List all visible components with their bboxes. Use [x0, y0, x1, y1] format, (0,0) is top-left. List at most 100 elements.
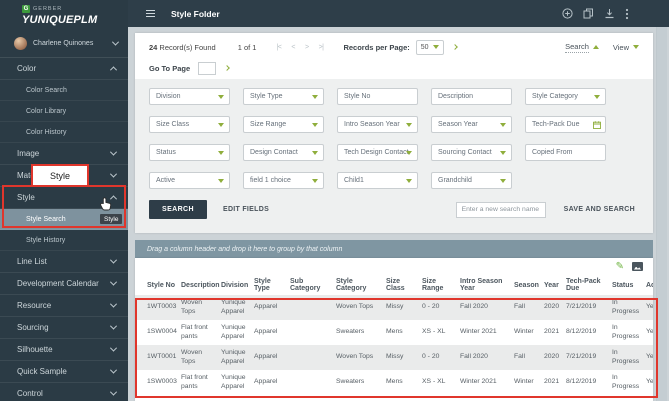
table-cell: Yes	[646, 328, 653, 336]
table-cell: In Progress	[612, 349, 640, 365]
sourcing-contact-select[interactable]: Sourcing Contact	[431, 144, 512, 161]
first-page-button[interactable]: |<	[276, 44, 281, 51]
kebab-menu-icon[interactable]	[625, 8, 629, 20]
copied-from-input[interactable]: Copied From	[525, 144, 606, 161]
group-by-drop-zone[interactable]: Drag a column header and drop it here to…	[135, 240, 653, 258]
table-body: 1WT0003 Woven Tops Yunique Apparel Apparel W…	[135, 295, 653, 395]
chevron-down-icon	[109, 388, 118, 396]
column-header-description[interactable]: Description	[181, 282, 221, 289]
grandchild-select[interactable]: Grandchild	[431, 172, 512, 189]
chevron-down-icon	[111, 38, 120, 46]
table-cell: Mens	[386, 328, 403, 336]
size-class-select[interactable]: Size Class	[149, 116, 230, 133]
vertical-scrollbar[interactable]	[656, 27, 667, 401]
view-section-toggle[interactable]: View	[613, 43, 639, 52]
sidebar-item-resource[interactable]: Resource	[0, 295, 128, 317]
dropdown-arrow-icon	[312, 122, 318, 127]
sidebar-item-color-library[interactable]: Color Library	[0, 101, 128, 122]
sidebar-item-quick-sample[interactable]: Quick Sample	[0, 361, 128, 383]
status-select[interactable]: Status	[149, 144, 230, 161]
table-row[interactable]: 1SW0003 Flat front pants Yunique Apparel Ap…	[135, 370, 653, 395]
page-title: Style Folder	[171, 8, 220, 19]
column-header-status[interactable]: Status	[612, 282, 646, 289]
table-cell: 2021	[544, 328, 560, 336]
next-page-button[interactable]: >	[305, 44, 309, 51]
go-to-page-input[interactable]	[198, 61, 217, 75]
table-cell: Fall 2020	[460, 353, 488, 361]
style-category-select[interactable]: Style Category	[525, 88, 606, 105]
field-1-choice-select[interactable]: field 1 choice	[243, 172, 324, 189]
sidebar-item-line-list[interactable]: Line List	[0, 251, 128, 273]
table-row[interactable]: 1WT0001 Woven Tops Yunique Apparel Apparel W…	[135, 345, 653, 370]
sidebar-item-color-search[interactable]: Color Search	[0, 80, 128, 101]
download-icon[interactable]	[604, 8, 615, 19]
copy-icon[interactable]	[583, 8, 594, 19]
column-header-intro-season-year[interactable]: Intro Season Year	[460, 278, 514, 292]
hamburger-menu-icon[interactable]	[146, 8, 155, 19]
tech-design-contact-select[interactable]: Tech Design Contact	[337, 144, 418, 161]
edit-pencil-icon[interactable]: ✎	[616, 261, 624, 272]
column-header-tech-pack-due[interactable]: Tech-Pack Due	[566, 278, 612, 292]
column-header-style-no[interactable]: Style No	[147, 282, 181, 289]
column-header-style-type[interactable]: Style Type	[254, 278, 290, 292]
dropdown-arrow-icon	[500, 178, 506, 183]
filter-grid: Division Style Type Style No Description Sty…	[149, 88, 639, 189]
plus-circle-icon[interactable]	[562, 8, 573, 19]
user-menu[interactable]: Charlene Quinones	[0, 30, 128, 58]
style-no-input[interactable]: Style No	[337, 88, 418, 105]
sidebar-item-sourcing[interactable]: Sourcing	[0, 317, 128, 339]
image-export-icon[interactable]	[632, 262, 643, 271]
table-row[interactable]: 1WT0003 Woven Tops Yunique Apparel Apparel W…	[135, 295, 653, 320]
sidebar-item-color[interactable]: Color	[0, 58, 128, 80]
table-cell: Fall	[514, 353, 525, 361]
season-year-select[interactable]: Season Year	[431, 116, 512, 133]
sidebar-item-color-history[interactable]: Color History	[0, 122, 128, 143]
sidebar-item-control[interactable]: Control	[0, 383, 128, 401]
column-header-sub-category[interactable]: Sub Category	[290, 278, 336, 292]
table-cell: Fall 2020	[460, 303, 488, 311]
column-header-year[interactable]: Year	[544, 282, 566, 289]
sidebar-item-silhouette[interactable]: Silhouette	[0, 339, 128, 361]
go-to-page-arrow-icon[interactable]	[224, 65, 230, 71]
intro-season-year-select[interactable]: Intro Season Year	[337, 116, 418, 133]
chevron-up-icon	[109, 195, 118, 203]
records-per-page-select[interactable]: 50	[415, 39, 444, 55]
tech-pack-due-date-field[interactable]: Tech-Pack Due	[525, 116, 606, 133]
column-header-size-range[interactable]: Size Range	[422, 278, 460, 292]
table-cell: Winter	[514, 328, 534, 336]
sidebar-item-image[interactable]: Image	[0, 143, 128, 165]
search-name-input[interactable]	[455, 201, 546, 218]
column-header-size-class[interactable]: Size Class	[386, 278, 422, 292]
child1-select[interactable]: Child1	[337, 172, 418, 189]
dropdown-arrow-icon	[312, 178, 318, 183]
sidebar-item-development-calendar[interactable]: Development Calendar	[0, 273, 128, 295]
last-page-button[interactable]: >|	[319, 44, 324, 51]
apply-page-size-arrow-icon[interactable]	[451, 44, 458, 50]
design-contact-select[interactable]: Design Contact	[243, 144, 324, 161]
table-row[interactable]: 1SW0004 Flat front pants Yunique Apparel Ap…	[135, 320, 653, 345]
table-cell: 0 - 20	[422, 303, 440, 311]
search-button[interactable]: SEARCH	[149, 200, 207, 219]
save-and-search-button[interactable]: SAVE AND SEARCH	[564, 206, 635, 213]
dropdown-arrow-icon	[218, 94, 224, 99]
filters-section: Division Style Type Style No Description Sty…	[135, 79, 653, 233]
description-input[interactable]: Description	[431, 88, 512, 105]
column-header-active[interactable]: Active	[646, 282, 653, 289]
sidebar-item-style[interactable]: Style	[0, 187, 128, 209]
column-header-style-category[interactable]: Style Category	[336, 278, 386, 292]
active-select[interactable]: Active	[149, 172, 230, 189]
search-section-toggle[interactable]: Search	[565, 42, 599, 53]
table-cell: Woven Tops	[336, 353, 374, 361]
size-range-select[interactable]: Size Range	[243, 116, 324, 133]
column-header-season[interactable]: Season	[514, 282, 544, 289]
style-type-select[interactable]: Style Type	[243, 88, 324, 105]
column-header-division[interactable]: Division	[221, 282, 254, 289]
prev-page-button[interactable]: <	[291, 44, 295, 51]
table-cell: Woven Tops	[181, 299, 203, 315]
table-cell: Fall	[514, 303, 525, 311]
sidebar-item-style-history[interactable]: Style History	[0, 230, 128, 251]
chevron-down-icon	[109, 344, 118, 352]
results-panel: ✎ Style No Description Division Style Type S…	[135, 258, 653, 401]
edit-fields-button[interactable]: EDIT FIELDS	[223, 206, 269, 213]
division-select[interactable]: Division	[149, 88, 230, 105]
